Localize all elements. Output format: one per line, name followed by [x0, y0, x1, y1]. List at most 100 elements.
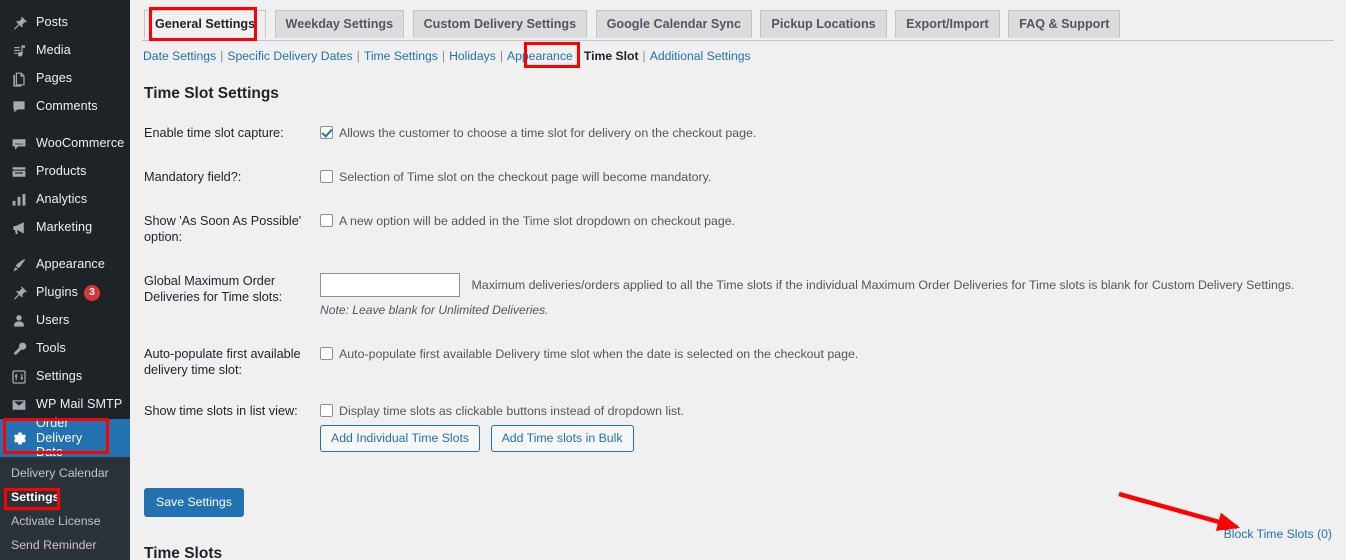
pin-icon [9, 13, 29, 33]
subnav-separator: | [356, 49, 360, 63]
admin-sidebar: Posts Media Pages Comments woo WooCommer… [0, 0, 130, 560]
sidebar-item-label: Media [36, 43, 71, 58]
mandatory-field-description: Selection of Time slot on the checkout p… [339, 170, 712, 184]
submenu-item-delivery-calendar[interactable]: Delivery Calendar [0, 461, 130, 485]
field-label-mandatory-field: Mandatory field?: [144, 170, 242, 184]
table-row: Show time slots in list view: Display ti… [144, 392, 1346, 463]
enable-time-slot-capture-checkbox[interactable] [320, 126, 333, 139]
tab-custom-delivery-settings[interactable]: Custom Delivery Settings [412, 10, 588, 38]
time-slot-settings-form: Enable time slot capture: Allows the cus… [144, 111, 1346, 463]
sidebar-item-label: Order Delivery Date [36, 416, 83, 460]
field-value-global-max-order-deliveries: Maximum deliveries/orders applied to all… [320, 259, 1346, 332]
subnav-separator: | [220, 49, 224, 63]
add-individual-time-slots-button[interactable]: Add Individual Time Slots [320, 425, 481, 452]
field-label-show-time-slots-list-view: Show time slots in list view: [144, 404, 298, 418]
sidebar-item-label: Appearance [36, 257, 105, 272]
appearance-icon [9, 255, 29, 275]
subnav-time-slot[interactable]: Time Slot [584, 49, 639, 63]
main-content: General Settings Weekday Settings Custom… [130, 0, 1346, 560]
subnav-separator: | [576, 49, 580, 63]
subnav-separator: | [642, 49, 646, 63]
field-label-show-asap-option: Show 'As Soon As Possible' option: [144, 214, 302, 244]
sidebar-item-label: Users [36, 313, 70, 328]
tab-weekday-settings[interactable]: Weekday Settings [274, 10, 405, 38]
sidebar-item-label: WP Mail SMTP [36, 397, 123, 412]
tab-google-calendar-sync[interactable]: Google Calendar Sync [595, 10, 752, 38]
marketing-icon [9, 218, 29, 238]
sidebar-item-wp-mail-smtp[interactable]: WP Mail SMTP [0, 391, 130, 419]
sidebar-item-tools[interactable]: Tools [0, 335, 130, 363]
subnav-additional-settings[interactable]: Additional Settings [650, 49, 751, 63]
sidebar-item-woocommerce[interactable]: woo WooCommerce [0, 130, 130, 158]
subnav-separator: | [499, 49, 503, 63]
sidebar-item-media[interactable]: Media [0, 37, 130, 65]
field-value-show-asap-option: A new option will be added in the Time s… [320, 199, 1346, 259]
screen: Posts Media Pages Comments woo WooCommer… [0, 0, 1346, 560]
sidebar-item-label: Products [36, 164, 87, 179]
table-row: Mandatory field?: Selection of Time slot… [144, 155, 1346, 199]
sidebar-item-users[interactable]: Users [0, 307, 130, 335]
table-row: Global Maximum Order Deliveries for Time… [144, 259, 1346, 332]
settings-content: Time Slot Settings Enable time slot capt… [130, 85, 1346, 560]
sidebar-item-label: Posts [36, 15, 68, 30]
menu-spacer-top [0, 0, 130, 9]
sidebar-item-comments[interactable]: Comments [0, 93, 130, 121]
subnav-appearance[interactable]: Appearance [507, 49, 573, 63]
field-value-show-time-slots-list-view: Display time slots as clickable buttons … [320, 392, 1346, 463]
envelope-icon [9, 395, 29, 415]
field-label-global-max-order-deliveries: Global Maximum Order Deliveries for Time… [144, 274, 283, 304]
settings-tab-bar: General Settings Weekday Settings Custom… [142, 10, 1334, 41]
sidebar-item-analytics[interactable]: Analytics [0, 186, 130, 214]
sidebar-item-plugins[interactable]: Plugins 3 [0, 279, 130, 307]
sidebar-item-label: Analytics [36, 192, 88, 207]
sidebar-item-appearance[interactable]: Appearance [0, 251, 130, 279]
field-label-auto-populate-first-slot: Auto-populate first available delivery t… [144, 347, 301, 377]
media-icon [9, 41, 29, 61]
add-time-slot-buttons: Add Individual Time Slots Add Time slots… [320, 425, 1336, 452]
table-row: Enable time slot capture: Allows the cus… [144, 111, 1346, 155]
add-time-slots-in-bulk-button[interactable]: Add Time slots in Bulk [490, 425, 634, 452]
show-asap-option-description: A new option will be added in the Time s… [339, 214, 736, 228]
sidebar-item-pages[interactable]: Pages [0, 65, 130, 93]
subnav-holidays[interactable]: Holidays [449, 49, 496, 63]
analytics-icon [9, 190, 29, 210]
sidebar-item-label: Settings [36, 369, 83, 384]
save-settings-button[interactable]: Save Settings [144, 488, 244, 517]
tab-pickup-locations[interactable]: Pickup Locations [760, 10, 887, 38]
show-time-slots-list-view-description: Display time slots as clickable buttons … [339, 404, 685, 418]
subnav-specific-delivery-dates[interactable]: Specific Delivery Dates [227, 49, 352, 63]
tools-icon [9, 339, 29, 359]
subnav-time-settings[interactable]: Time Settings [364, 49, 438, 63]
submenu-item-activate-license[interactable]: Activate License [0, 509, 130, 533]
show-time-slots-list-view-checkbox[interactable] [320, 404, 333, 417]
field-value-enable-time-slot-capture: Allows the customer to choose a time slo… [320, 111, 1346, 155]
sidebar-item-settings[interactable]: Settings [0, 363, 130, 391]
auto-populate-first-slot-checkbox[interactable] [320, 347, 333, 360]
mandatory-field-checkbox[interactable] [320, 170, 333, 183]
products-icon [9, 162, 29, 182]
sidebar-item-order-delivery-date[interactable]: Order Delivery Date [0, 416, 130, 460]
field-value-mandatory-field: Selection of Time slot on the checkout p… [320, 155, 1346, 199]
sidebar-item-label: Pages [36, 71, 73, 86]
gear-icon [9, 428, 29, 448]
menu-separator-1 [0, 121, 130, 130]
tab-general-settings[interactable]: General Settings [144, 10, 267, 39]
sidebar-item-label: WooCommerce [36, 136, 125, 151]
order-delivery-date-submenu: Delivery Calendar Settings Activate Lice… [0, 457, 130, 560]
show-asap-option-checkbox[interactable] [320, 214, 333, 227]
woocommerce-icon: woo [9, 134, 29, 154]
subnav-date-settings[interactable]: Date Settings [143, 49, 216, 63]
tab-export-import[interactable]: Export/Import [895, 10, 1000, 38]
submenu-item-send-reminder[interactable]: Send Reminder [0, 533, 130, 557]
sub-navigation: Date Settings | Specific Delivery Dates | Ti… [143, 47, 1346, 65]
sidebar-item-marketing[interactable]: Marketing [0, 214, 130, 242]
page-title: Time Slot Settings [144, 85, 279, 102]
tab-faq-support[interactable]: FAQ & Support [1008, 10, 1121, 38]
subnav-separator: | [441, 49, 446, 63]
sidebar-item-posts[interactable]: Posts [0, 9, 130, 37]
block-time-slots-link[interactable]: Block Time Slots (0) [1224, 527, 1332, 541]
submenu-item-settings[interactable]: Settings [0, 485, 130, 509]
sidebar-item-label: Tools [36, 341, 66, 356]
global-max-order-deliveries-input[interactable] [320, 273, 460, 297]
sidebar-item-products[interactable]: Products [0, 158, 130, 186]
